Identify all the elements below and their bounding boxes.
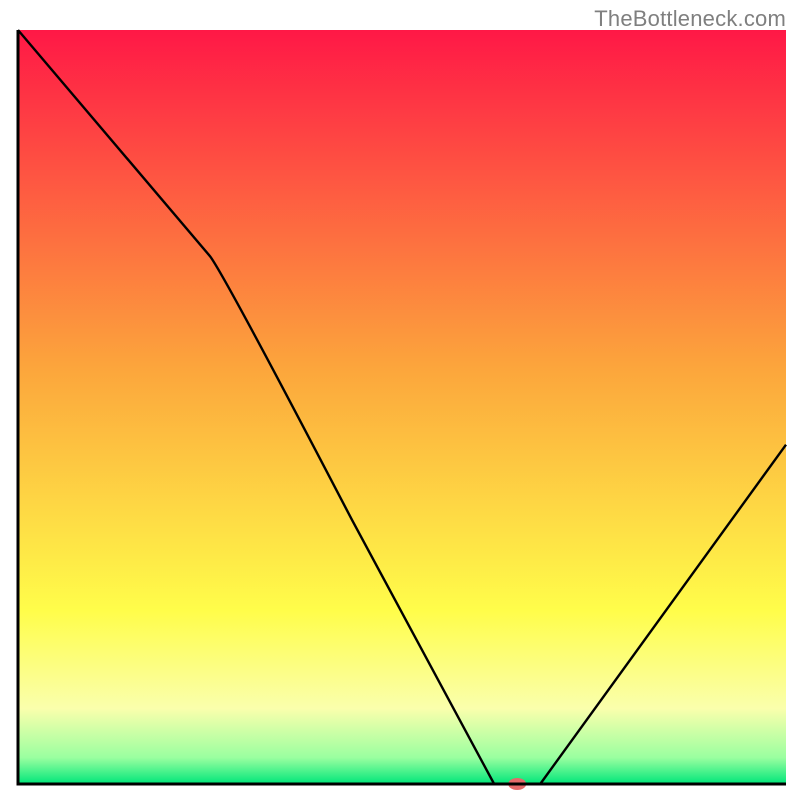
- chart-container: TheBottleneck.com: [0, 0, 800, 800]
- gradient-background: [18, 30, 786, 784]
- plot-area: [18, 30, 786, 790]
- bottleneck-chart: [0, 0, 800, 800]
